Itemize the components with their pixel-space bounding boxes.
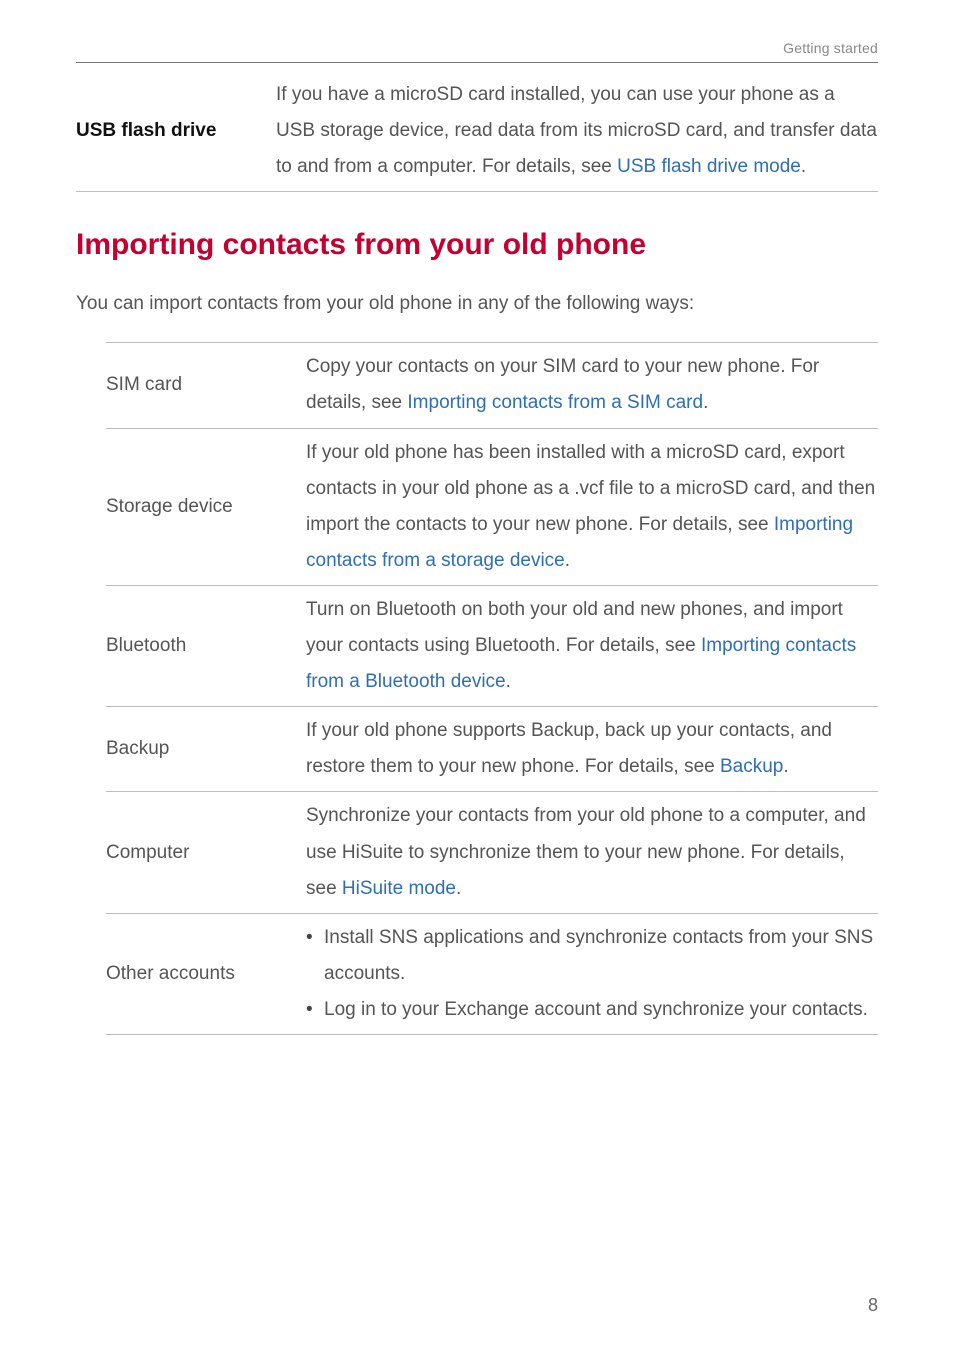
bluetooth-label: Bluetooth <box>106 592 306 700</box>
page-number: 8 <box>868 1295 878 1316</box>
storage-device-desc: If your old phone has been installed wit… <box>306 435 878 579</box>
bluetooth-desc: Turn on Bluetooth on both your old and n… <box>306 592 878 700</box>
other-bullet-1: Install SNS applications and synchronize… <box>306 920 878 992</box>
usb-row-label: USB flash drive <box>76 77 276 185</box>
storage-device-label: Storage device <box>106 435 306 579</box>
backup-label: Backup <box>106 713 306 785</box>
other-bullet-2: Log in to your Exchange account and sync… <box>306 992 878 1028</box>
other-accounts-desc: Install SNS applications and synchronize… <box>306 920 878 1028</box>
section-intro: You can import contacts from your old ph… <box>76 286 878 322</box>
section-title: Importing contacts from your old phone <box>76 228 878 262</box>
computer-label: Computer <box>106 798 306 906</box>
bluetooth-row: Bluetooth Turn on Bluetooth on both your… <box>106 586 878 707</box>
other-accounts-row: Other accounts Install SNS applications … <box>106 914 878 1035</box>
backup-desc: If your old phone supports Backup, back … <box>306 713 878 785</box>
computer-link[interactable]: HiSuite mode <box>342 878 456 899</box>
sim-card-link[interactable]: Importing contacts from a SIM card <box>407 392 703 413</box>
sim-card-label: SIM card <box>106 349 306 421</box>
computer-desc-after: . <box>456 878 461 899</box>
backup-desc-after: . <box>783 756 788 777</box>
sim-card-row: SIM card Copy your contacts on your SIM … <box>106 342 878 428</box>
computer-row: Computer Synchronize your contacts from … <box>106 792 878 913</box>
running-header: Getting started <box>76 40 878 56</box>
header-rule <box>76 62 878 63</box>
sim-card-desc: Copy your contacts on your SIM card to y… <box>306 349 878 421</box>
usb-desc-after: . <box>801 156 806 177</box>
usb-flash-drive-mode-link[interactable]: USB flash drive mode <box>617 156 801 177</box>
usb-flash-drive-row: USB flash drive If you have a microSD ca… <box>76 71 878 192</box>
storage-device-row: Storage device If your old phone has bee… <box>106 429 878 586</box>
computer-desc: Synchronize your contacts from your old … <box>306 798 878 906</box>
other-accounts-label: Other accounts <box>106 920 306 1028</box>
bluetooth-desc-after: . <box>506 671 511 692</box>
sim-desc-after: . <box>703 392 708 413</box>
backup-link[interactable]: Backup <box>720 756 783 777</box>
usb-row-description: If you have a microSD card installed, yo… <box>276 77 878 185</box>
backup-row: Backup If your old phone supports Backup… <box>106 707 878 792</box>
storage-desc-after: . <box>565 550 570 571</box>
